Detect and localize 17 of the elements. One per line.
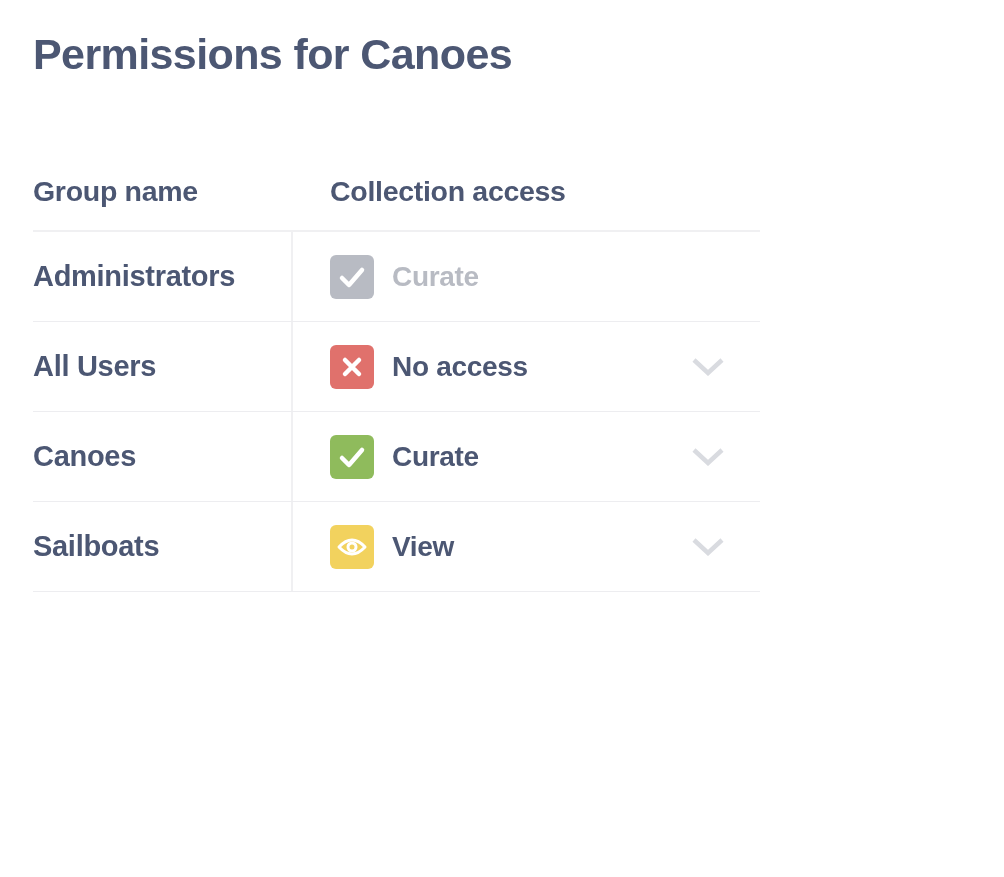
group-name: Canoes	[33, 440, 136, 473]
access-select[interactable]: View	[330, 518, 724, 575]
caret-icon	[692, 447, 724, 466]
page-title: Permissions for Canoes	[33, 29, 514, 79]
cross-icon	[330, 344, 374, 389]
caret-icon	[692, 537, 724, 556]
group-name: Sailboats	[33, 530, 160, 563]
checkmark-icon	[330, 254, 374, 299]
caret-icon	[692, 357, 724, 376]
access-select[interactable]: Curate	[330, 428, 724, 485]
eye-icon	[330, 524, 374, 569]
checkmark-icon	[330, 434, 374, 479]
group-name: All Users	[33, 350, 157, 383]
column-header: Group name	[33, 175, 199, 208]
access-select[interactable]: No access	[330, 338, 724, 395]
column-header: Collection access	[329, 175, 567, 208]
group-name: Administrators	[33, 260, 236, 293]
